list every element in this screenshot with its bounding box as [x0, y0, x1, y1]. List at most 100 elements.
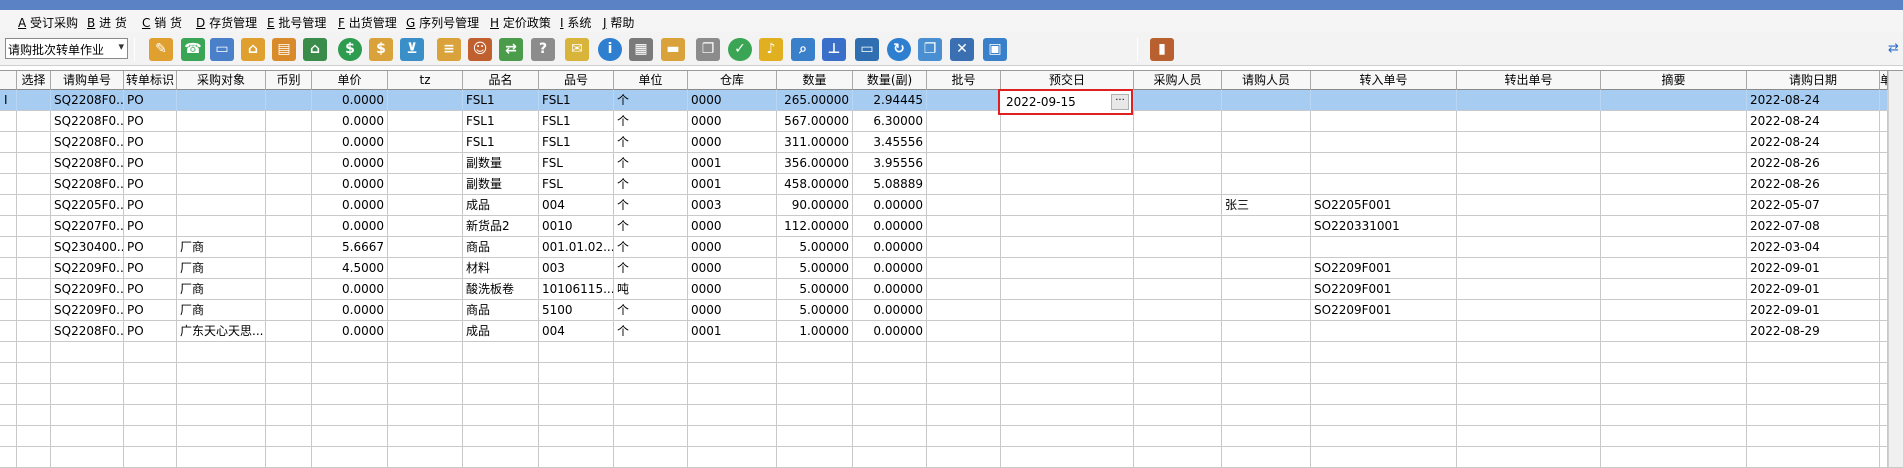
table-cell[interactable] — [388, 153, 463, 174]
table-cell[interactable] — [312, 405, 388, 426]
overflow-icon[interactable]: ⇄ — [1888, 41, 1899, 56]
table-cell[interactable] — [1134, 405, 1222, 426]
table-cell[interactable] — [1222, 300, 1311, 321]
table-cell[interactable]: PO — [124, 300, 177, 321]
table-cell[interactable]: 0.00000 — [853, 258, 927, 279]
table-row[interactable]: SQ2208F0... PO 0.0000 副数量 FSL 个 0001 458.00000 5… — [0, 174, 1903, 195]
column-header[interactable]: 摘要 — [1601, 71, 1747, 90]
row-indicator[interactable] — [0, 342, 17, 363]
table-cell[interactable] — [1457, 111, 1601, 132]
table-cell[interactable] — [177, 174, 266, 195]
table-cell[interactable] — [1601, 237, 1747, 258]
menu-item-8[interactable]: I 系统 — [560, 14, 591, 31]
table-cell[interactable] — [266, 153, 312, 174]
table-cell[interactable] — [1222, 258, 1311, 279]
table-cell[interactable] — [927, 342, 1001, 363]
column-header[interactable]: 数量(副) — [853, 71, 927, 90]
table-cell[interactable]: PO — [124, 132, 177, 153]
select-cell[interactable] — [17, 111, 51, 132]
column-header[interactable]: 单价 — [312, 71, 388, 90]
table-row[interactable]: SQ2207F0... PO 0.0000 新货品2 0010 个 0000 112.0000… — [0, 216, 1903, 237]
table-cell[interactable]: 2022-09-01 — [1747, 300, 1880, 321]
table-cell[interactable] — [614, 426, 688, 447]
table-cell[interactable] — [388, 300, 463, 321]
table-cell[interactable] — [124, 342, 177, 363]
table-cell[interactable] — [1134, 258, 1222, 279]
table-cell[interactable] — [51, 426, 124, 447]
table-cell[interactable] — [1134, 111, 1222, 132]
table-cell[interactable]: 个 — [614, 321, 688, 342]
table-cell[interactable] — [1001, 363, 1134, 384]
table-cell[interactable] — [614, 384, 688, 405]
table-cell[interactable]: SQ2209F0... — [51, 300, 124, 321]
table-cell[interactable]: 458.00000 — [777, 174, 853, 195]
table-cell[interactable] — [1601, 342, 1747, 363]
column-header[interactable]: 转入单号 — [1311, 71, 1457, 90]
table-cell[interactable] — [266, 216, 312, 237]
table-cell[interactable]: FSL1 — [539, 132, 614, 153]
link-icon[interactable]: ⇄ — [499, 38, 523, 61]
table-cell[interactable] — [312, 384, 388, 405]
table-cell[interactable] — [927, 111, 1001, 132]
table-cell[interactable] — [266, 132, 312, 153]
table-cell[interactable]: SQ2209F0... — [51, 258, 124, 279]
select-cell[interactable] — [17, 405, 51, 426]
column-header[interactable]: 请购单号 — [51, 71, 124, 90]
table-cell[interactable] — [927, 426, 1001, 447]
table-cell[interactable]: PO — [124, 216, 177, 237]
column-header[interactable]: 请购人员 — [1222, 71, 1311, 90]
table-cell[interactable]: 0000 — [688, 111, 777, 132]
table-cell[interactable]: 0010 — [539, 216, 614, 237]
table-cell[interactable]: 5.00000 — [777, 258, 853, 279]
table-cell[interactable] — [388, 132, 463, 153]
table-cell[interactable] — [1457, 321, 1601, 342]
table-cell[interactable] — [1880, 426, 1888, 447]
table-cell[interactable]: FSL — [539, 153, 614, 174]
table-cell[interactable] — [312, 342, 388, 363]
table-cell[interactable]: 2.94445 — [853, 90, 927, 111]
table-cell[interactable] — [388, 405, 463, 426]
table-cell[interactable] — [1457, 447, 1601, 468]
table-cell[interactable] — [266, 321, 312, 342]
table-cell[interactable] — [463, 384, 539, 405]
table-cell[interactable] — [388, 258, 463, 279]
select-cell[interactable] — [17, 279, 51, 300]
table-cell[interactable]: SQ2208F0... — [51, 132, 124, 153]
table-cell[interactable]: 004 — [539, 195, 614, 216]
table-cell[interactable] — [927, 195, 1001, 216]
table-cell[interactable]: 厂商 — [177, 300, 266, 321]
table-cell[interactable] — [1001, 258, 1134, 279]
search-icon[interactable]: ⌕ — [791, 38, 815, 61]
table-cell[interactable] — [388, 237, 463, 258]
table-cell[interactable] — [388, 426, 463, 447]
table-cell[interactable] — [463, 363, 539, 384]
table-cell[interactable]: SQ230400... — [51, 237, 124, 258]
table-cell[interactable] — [1601, 174, 1747, 195]
table-cell[interactable] — [539, 342, 614, 363]
table-cell[interactable] — [777, 447, 853, 468]
table-cell[interactable] — [1222, 90, 1311, 111]
help-doc-icon[interactable]: ? — [531, 38, 555, 61]
select-cell[interactable] — [17, 426, 51, 447]
table-cell[interactable]: 265.00000 — [777, 90, 853, 111]
select-cell[interactable] — [17, 300, 51, 321]
table-cell[interactable]: 90.00000 — [777, 195, 853, 216]
table-row[interactable]: SQ2208F0... PO 0.0000 副数量 FSL 个 0001 356.00000 3… — [0, 153, 1903, 174]
table-cell[interactable] — [1134, 342, 1222, 363]
table-cell[interactable] — [1880, 111, 1888, 132]
table-cell[interactable]: 0.00000 — [853, 195, 927, 216]
table-cell[interactable] — [1880, 153, 1888, 174]
table-cell[interactable]: SO2209F001 — [1311, 300, 1457, 321]
table-cell[interactable]: 5.00000 — [777, 237, 853, 258]
table-cell[interactable] — [1601, 405, 1747, 426]
table-cell[interactable]: PO — [124, 174, 177, 195]
empty-row[interactable] — [0, 447, 1903, 468]
table-cell[interactable] — [688, 405, 777, 426]
column-header[interactable]: 仓库 — [688, 71, 777, 90]
table-cell[interactable]: 0000 — [688, 90, 777, 111]
column-header[interactable]: 请购日期 — [1747, 71, 1880, 90]
table-cell[interactable] — [688, 426, 777, 447]
table-cell[interactable] — [1001, 279, 1134, 300]
table-cell[interactable]: 副数量 — [463, 153, 539, 174]
table-cell[interactable] — [777, 405, 853, 426]
